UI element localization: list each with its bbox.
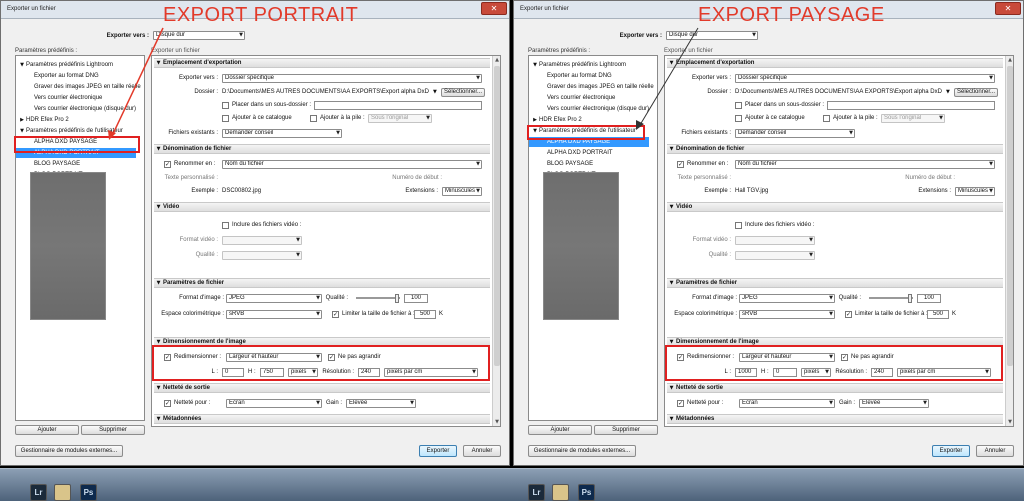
photoshop-icon[interactable]: Ps (80, 484, 97, 501)
file-icon[interactable] (552, 484, 569, 501)
lightroom-icon[interactable]: Lr (528, 484, 545, 501)
lightroom-icon[interactable]: Lr (30, 484, 47, 501)
taskbar (0, 468, 1024, 501)
file-icon[interactable] (54, 484, 71, 501)
arrow-head-landscape (636, 120, 644, 130)
arrow-line-landscape (639, 27, 699, 126)
arrow-line-portrait (111, 27, 164, 137)
photoshop-icon[interactable]: Ps (578, 484, 595, 501)
annotation-arrows (108, 27, 699, 140)
